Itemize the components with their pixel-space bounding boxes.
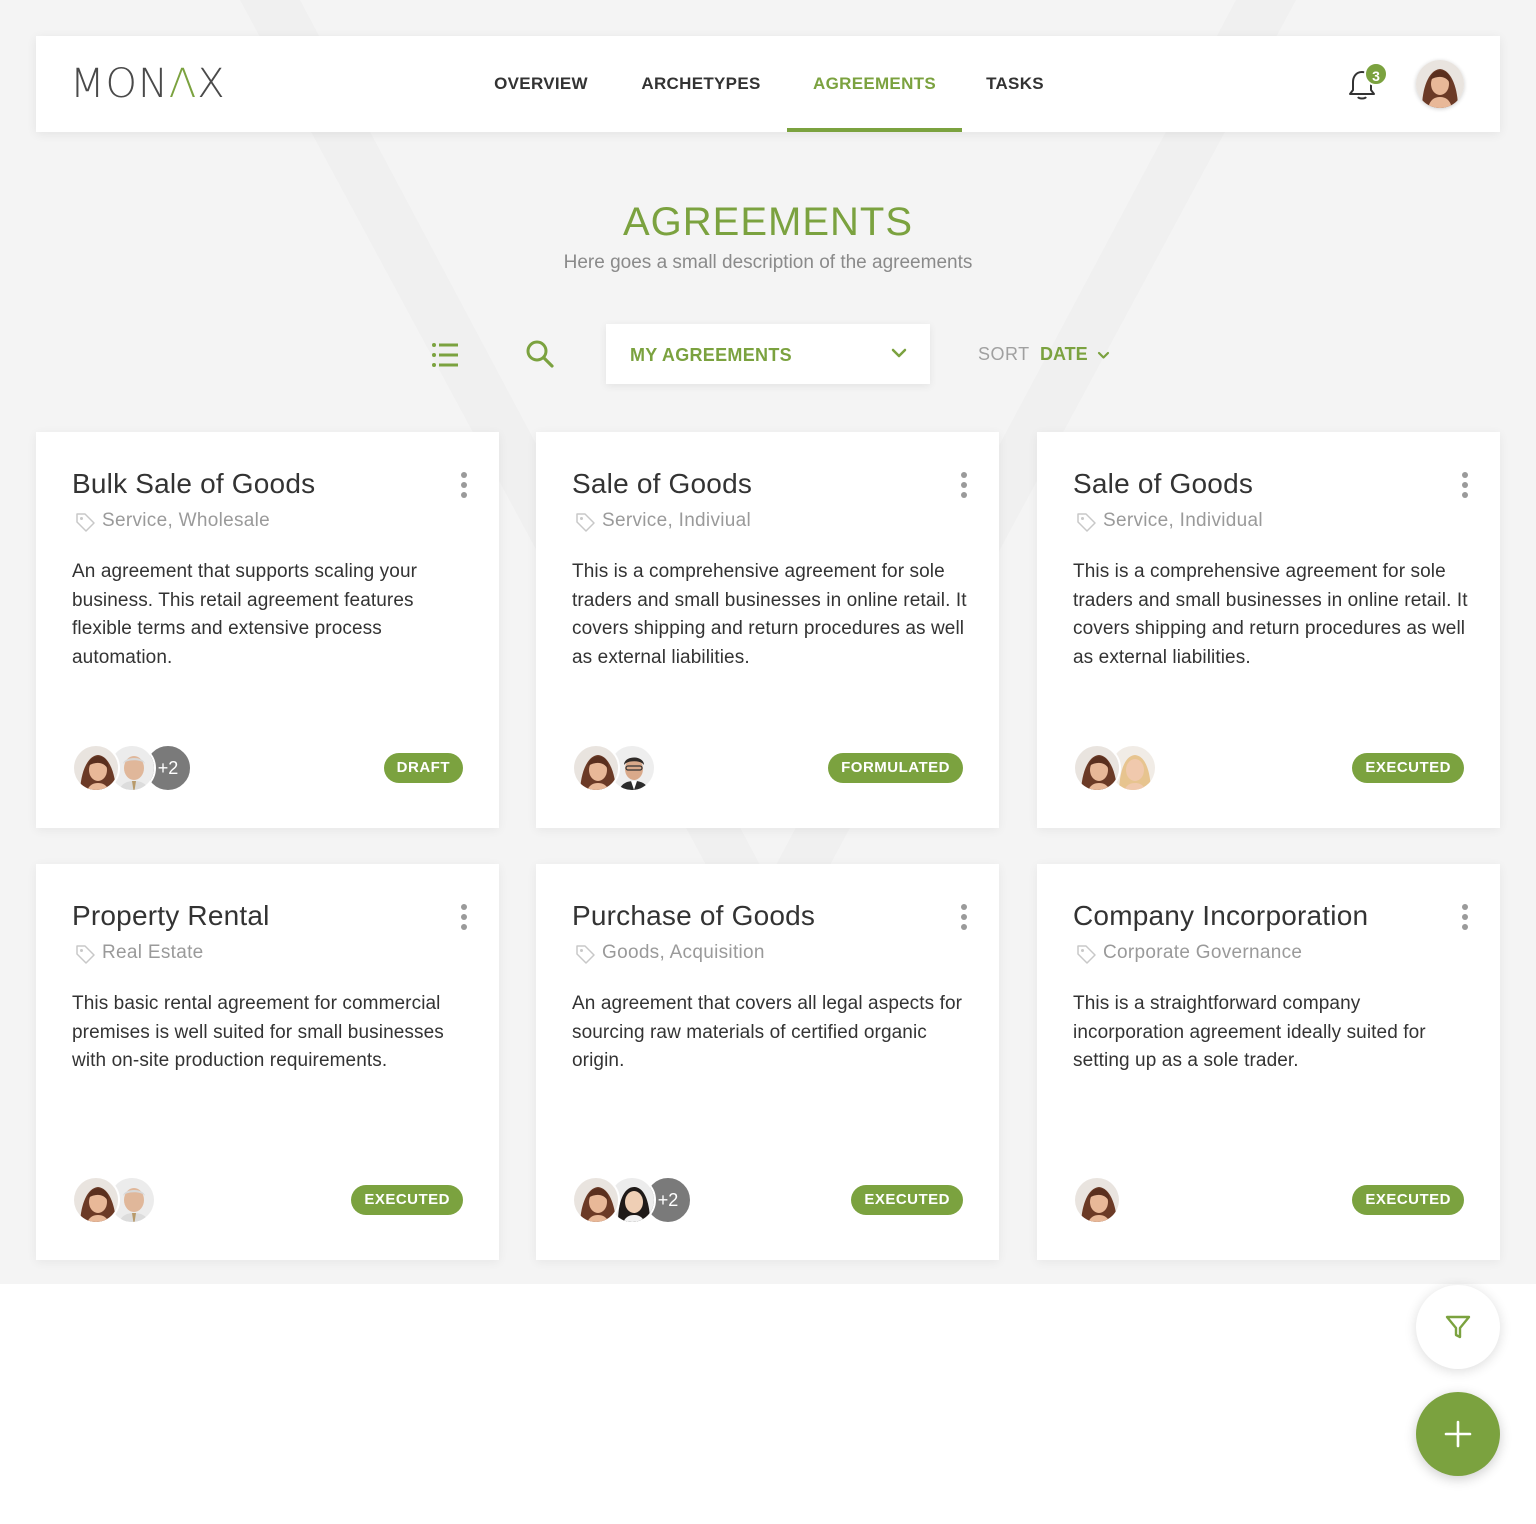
card-title: Purchase of Goods: [572, 900, 816, 931]
card-tags: Real Estate: [102, 942, 204, 963]
sort-label: SORT: [978, 344, 1030, 364]
card-tags: Goods, Acquisition: [602, 942, 765, 963]
card-description: This basic rental agreement for commerci…: [72, 993, 444, 1071]
agreement-card[interactable]: Property Rental Real Estate This basic r…: [36, 864, 499, 1260]
nav-overview[interactable]: OVERVIEW: [486, 36, 596, 132]
more-options-icon[interactable]: [459, 904, 469, 934]
main-nav: OVERVIEW ARCHETYPES AGREEMENTS TASKS: [36, 36, 1500, 132]
filter-button[interactable]: [1416, 1285, 1500, 1369]
active-tab-indicator: [787, 128, 962, 132]
card-description: An agreement that supports scaling your …: [72, 561, 418, 668]
tag-icon: [76, 945, 95, 964]
avatar: [72, 1176, 120, 1224]
agreement-card[interactable]: Sale of Goods Service, Indiviual This is…: [536, 432, 999, 828]
top-navbar: MONΛX OVERVIEW ARCHETYPES AGREEMENTS TAS…: [36, 36, 1500, 132]
filter-icon: [1445, 1315, 1471, 1339]
card-title: Property Rental: [72, 900, 270, 931]
avatar: [572, 744, 620, 792]
card-description: An agreement that covers all legal aspec…: [572, 993, 963, 1071]
sort-value[interactable]: DATE: [1040, 344, 1088, 365]
plus-icon: [1444, 1420, 1472, 1448]
tag-icon: [1077, 513, 1096, 532]
nav-agreements[interactable]: AGREEMENTS: [787, 36, 962, 132]
user-avatar[interactable]: [1416, 60, 1464, 108]
more-options-icon[interactable]: [959, 904, 969, 934]
card-title: Company Incorporation: [1073, 900, 1369, 931]
list-view-icon[interactable]: [430, 340, 460, 370]
agreement-card[interactable]: Company Incorporation Corporate Governan…: [1037, 864, 1500, 1260]
add-agreement-button[interactable]: [1416, 1392, 1500, 1476]
agreement-card[interactable]: Purchase of Goods Goods, Acquisition An …: [536, 864, 999, 1260]
card-tags: Service, Wholesale: [102, 510, 271, 531]
chevron-down-icon: [891, 348, 907, 358]
agreement-card[interactable]: Sale of Goods Service, Individual This i…: [1037, 432, 1500, 828]
card-tags: Corporate Governance: [1103, 942, 1303, 963]
tag-icon: [576, 945, 595, 964]
notification-badge: 3: [1364, 62, 1388, 86]
card-tags: Service, Indiviual: [602, 510, 752, 531]
status-badge: EXECUTED: [1352, 753, 1464, 783]
card-tags: Service, Individual: [1103, 510, 1263, 531]
page-subtitle: Here goes a small description of the agr…: [563, 252, 973, 273]
status-badge: FORMULATED: [828, 753, 963, 783]
status-badge: DRAFT: [383, 753, 463, 783]
filter-select-value: MY AGREEMENTS: [630, 345, 792, 365]
more-options-icon[interactable]: [1460, 904, 1470, 934]
avatar: [72, 744, 120, 792]
page-title: AGREEMENTS: [622, 200, 914, 244]
status-badge: EXECUTED: [1352, 1185, 1464, 1215]
more-options-icon[interactable]: [459, 472, 469, 502]
tag-icon: [76, 513, 95, 532]
agreements-filter-select[interactable]: MY AGREEMENTS: [606, 324, 930, 384]
avatar: [1073, 744, 1121, 792]
tag-icon: [1077, 945, 1096, 964]
card-description: This is a comprehensive agreement for so…: [1073, 561, 1468, 668]
card-description: This is a straightforward company incorp…: [1073, 993, 1426, 1071]
agreement-card[interactable]: Bulk Sale of Goods Service, Wholesale An…: [36, 432, 499, 828]
nav-tasks[interactable]: TASKS: [980, 36, 1050, 132]
card-description: This is a comprehensive agreement for so…: [572, 561, 967, 668]
status-badge: EXECUTED: [351, 1185, 463, 1215]
card-title: Sale of Goods: [572, 468, 753, 499]
avatar: [1073, 1176, 1121, 1224]
status-badge: EXECUTED: [851, 1185, 963, 1215]
more-options-icon[interactable]: [1460, 472, 1470, 502]
nav-archetypes[interactable]: ARCHETYPES: [636, 36, 766, 132]
sort-chevron-icon[interactable]: [1097, 350, 1110, 360]
search-icon[interactable]: [524, 338, 556, 370]
more-options-icon[interactable]: [959, 472, 969, 502]
tag-icon: [576, 513, 595, 532]
card-title: Sale of Goods: [1073, 468, 1254, 499]
avatar: [572, 1176, 620, 1224]
card-title: Bulk Sale of Goods: [72, 468, 316, 499]
